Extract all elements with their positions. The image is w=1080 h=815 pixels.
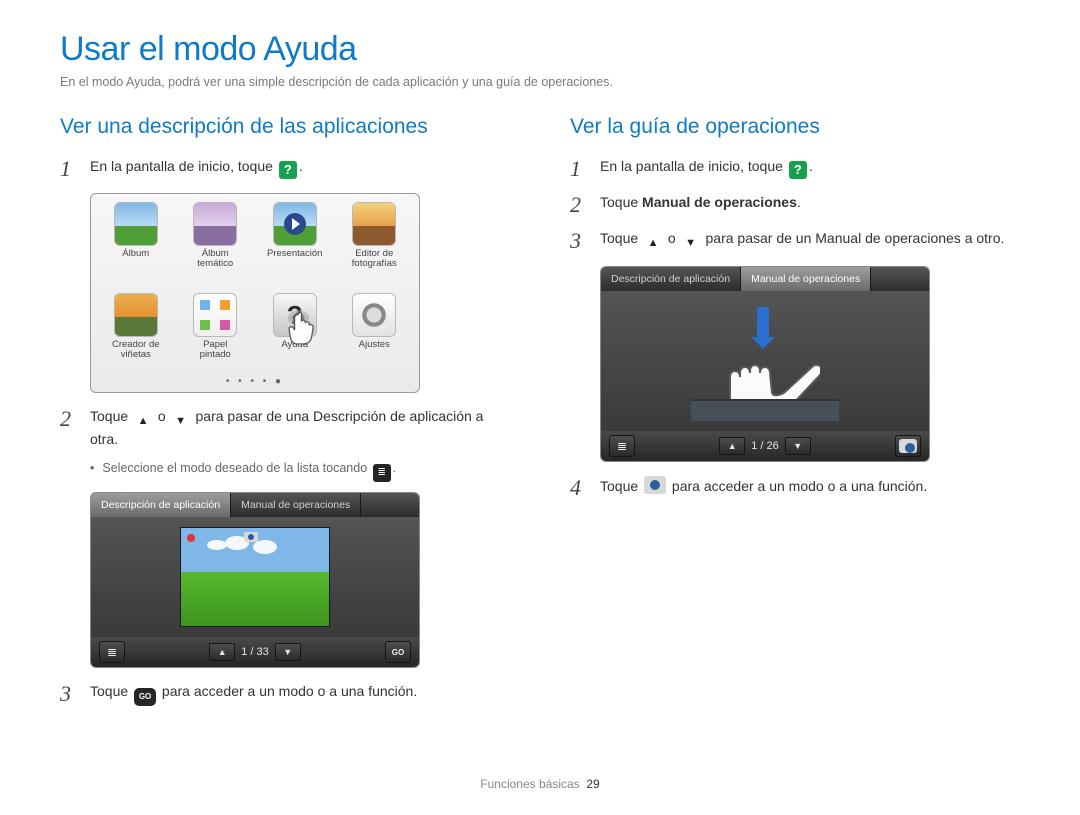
camera-icon (644, 476, 666, 494)
page-footer: Funciones básicas 29 (0, 777, 1080, 791)
step-text: En la pantalla de inicio, toque ?. (600, 157, 813, 179)
arrow-down-icon (757, 307, 769, 339)
step-text: Toque Manual de operaciones. (600, 193, 801, 212)
page-title: Usar el modo Ayuda (60, 30, 1020, 69)
app-item-settings: Ajustes (342, 293, 408, 378)
app-item-presentation: Presentación (262, 202, 328, 287)
help-icon: ? (789, 161, 807, 179)
operations-manual-screen-mock: Descripción de aplicación Manual de oper… (600, 266, 930, 462)
triangle-down-icon: ▼ (793, 441, 802, 451)
step-text: Toque GO para acceder a un modo o a una … (90, 682, 417, 706)
step-number: 2 (570, 193, 588, 217)
section-heading-right: Ver la guía de operaciones (570, 115, 1020, 139)
page-up-button[interactable]: ▲ (209, 643, 235, 661)
camera-icon (899, 439, 917, 453)
help-icon: ? (279, 161, 297, 179)
tab-app-description[interactable]: Descripción de aplicación (91, 493, 231, 517)
triangle-down-icon: ▼ (682, 234, 700, 252)
right-column: Ver la guía de operaciones 1 En la panta… (570, 115, 1020, 718)
triangle-down-icon: ▼ (172, 412, 190, 430)
app-item-wallpaper: Papel pintado (183, 293, 249, 378)
step-text: Toque para acceder a un modo o a una fun… (600, 476, 927, 496)
triangle-up-icon: ▲ (218, 647, 227, 657)
triangle-up-icon: ▲ (134, 412, 152, 430)
step-text: Toque ▲ o ▼ para pasar de una Descripció… (90, 407, 510, 449)
step-text: Toque ▲ o ▼ para pasar de un Manual de o… (600, 229, 1004, 252)
step-bullet: Seleccione el modo deseado de la lista t… (90, 461, 510, 482)
camera-mode-button[interactable] (895, 435, 921, 457)
triangle-down-icon: ▼ (283, 647, 292, 657)
app-description-screen-mock: Descripción de aplicación Manual de oper… (90, 492, 420, 668)
step-number: 3 (60, 682, 78, 706)
triangle-up-icon: ▲ (644, 234, 662, 252)
step-number: 1 (570, 157, 588, 181)
section-heading-left: Ver una descripción de las aplicaciones (60, 115, 510, 139)
page-up-button[interactable]: ▲ (719, 437, 745, 455)
list-icon: ≣ (617, 439, 627, 453)
menu-button[interactable]: ≣ (99, 641, 125, 663)
app-item-photo-editor: Editor de fotografías (342, 202, 408, 287)
tab-app-description[interactable]: Descripción de aplicación (601, 267, 741, 291)
step-number: 1 (60, 157, 78, 181)
page-intro: En el modo Ayuda, podrá ver una simple d… (60, 75, 1020, 89)
pager-text: 1 / 26 (751, 440, 779, 452)
list-icon: ≣ (107, 645, 117, 659)
app-item-vignette-creator: Creador de viñetas (103, 293, 169, 378)
app-item-help: ? Ayuda (262, 293, 328, 378)
hand-cursor-icon (280, 301, 326, 347)
list-icon: ≣ (373, 464, 391, 482)
go-button[interactable]: GO (385, 641, 411, 663)
tab-operations-manual[interactable]: Manual de operaciones (741, 267, 871, 291)
tab-operations-manual[interactable]: Manual de operaciones (231, 493, 361, 517)
pager-text: 1 / 33 (241, 646, 269, 658)
manual-illustration (695, 301, 835, 421)
step-number: 3 (570, 229, 588, 253)
home-screen-mock: Álbum Álbum temático Presentación Editor… (90, 193, 420, 393)
page-down-button[interactable]: ▼ (785, 437, 811, 455)
step-number: 4 (570, 476, 588, 500)
app-item-album: Álbum (103, 202, 169, 287)
preview-thumb (180, 527, 330, 627)
page-down-button[interactable]: ▼ (275, 643, 301, 661)
app-item-theme-album: Álbum temático (183, 202, 249, 287)
triangle-up-icon: ▲ (728, 441, 737, 451)
step-text: En la pantalla de inicio, toque ?. (90, 157, 303, 179)
step-number: 2 (60, 407, 78, 431)
menu-button[interactable]: ≣ (609, 435, 635, 457)
go-icon: GO (134, 688, 156, 706)
left-column: Ver una descripción de las aplicaciones … (60, 115, 510, 718)
